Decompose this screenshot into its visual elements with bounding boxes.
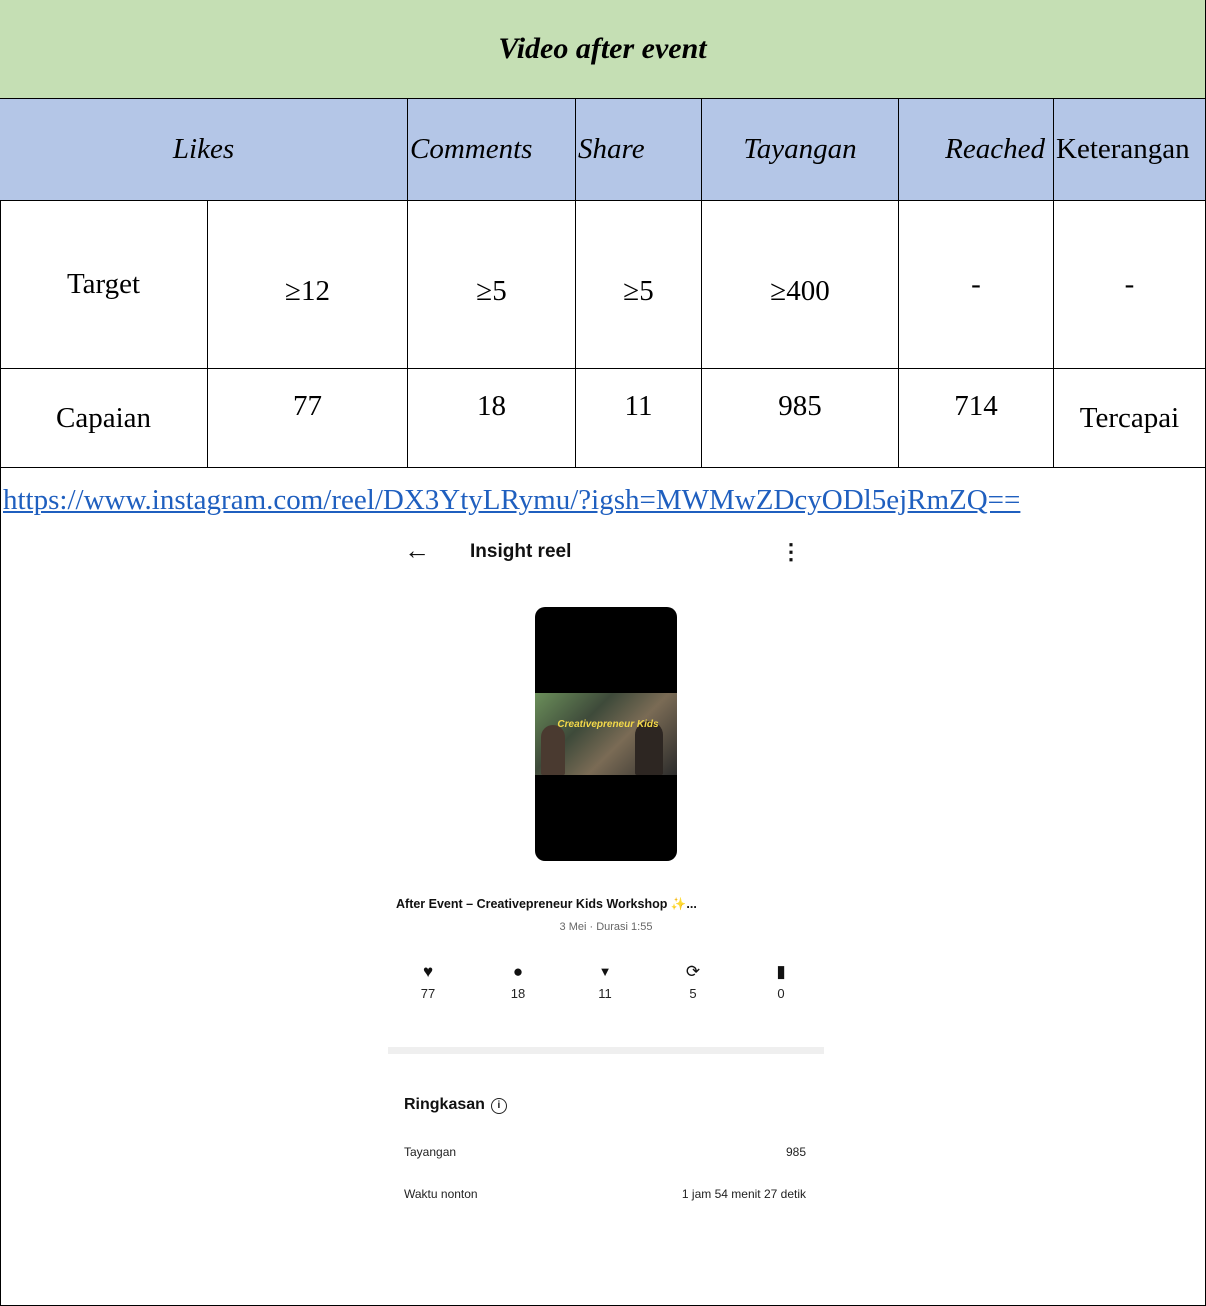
header-reached: Reached [899, 99, 1054, 201]
capaian-tayangan: 985 [702, 369, 899, 468]
target-comments: ≥5 [408, 201, 576, 369]
capaian-reached: 714 [899, 369, 1054, 468]
row-label-target: Target [0, 201, 208, 369]
summary-heading: Ringkasan i [404, 1096, 507, 1114]
insight-screenshot: ← Insight reel ⋮ Creativepreneur Kids Af… [388, 525, 824, 1265]
target-reached: - [899, 201, 1054, 369]
reel-thumbnail: Creativepreneur Kids [535, 607, 677, 861]
back-arrow-icon: ← [404, 535, 430, 565]
info-icon: i [490, 1098, 507, 1114]
header-share: Share [576, 99, 702, 201]
section-divider [388, 1047, 824, 1054]
row-label-capaian: Capaian [0, 369, 208, 468]
thumbnail-caption: Creativepreneur Kids [557, 719, 659, 730]
stat-value: 11 [598, 986, 612, 1001]
reel-title: After Event – Creativepreneur Kids Works… [396, 897, 697, 911]
stat-value: 5 [689, 986, 697, 1001]
capaian-comments: 18 [408, 369, 576, 468]
header-tayangan: Tayangan [702, 99, 899, 201]
stat-value: 77 [420, 986, 436, 1001]
table-title: Video after event [0, 0, 1205, 99]
summary-label-tayangan: Tayangan [404, 1145, 457, 1159]
header-likes: Likes [0, 99, 408, 201]
summary-label-waktu-nonton: Waktu nonton [404, 1187, 478, 1201]
heart-icon: ♥ [422, 962, 434, 981]
screenshot-topbar: ← Insight reel ⋮ [388, 525, 824, 581]
stat-saves: ▮ 0 [761, 961, 801, 1001]
stat-comments: ● 18 [498, 961, 538, 1001]
summary-title: Ringkasan [404, 1096, 485, 1113]
summary-value-waktu-nonton: 1 jam 54 menit 27 detik [681, 1187, 806, 1201]
reel-meta: 3 Mei · Durasi 1:55 [559, 921, 653, 933]
header-comments: Comments [408, 99, 576, 201]
target-keterangan: - [1054, 201, 1205, 369]
bookmark-icon: ▮ [776, 962, 786, 981]
target-tayangan: ≥400 [702, 201, 899, 369]
stat-value: 18 [510, 986, 526, 1001]
capaian-likes: 77 [208, 369, 408, 468]
target-likes: ≥12 [208, 201, 408, 369]
thumbnail-figure [541, 725, 565, 775]
stat-reposts: ⟳ 5 [673, 961, 713, 1001]
repost-icon: ⟳ [685, 962, 701, 981]
stat-shares: ▼ 11 [585, 961, 625, 1001]
header-keterangan: Keterangan [1054, 99, 1205, 201]
summary-value-tayangan: 985 [785, 1145, 806, 1159]
stat-value: 0 [777, 986, 785, 1001]
capaian-share: 11 [576, 369, 702, 468]
comment-icon: ● [512, 962, 524, 981]
insight-title: Insight reel [470, 541, 572, 562]
target-share: ≥5 [576, 201, 702, 369]
more-options-icon: ⋮ [780, 539, 802, 564]
instagram-reel-link[interactable]: https://www.instagram.com/reel/DX3YtyLRy… [3, 484, 1020, 517]
stat-likes: ♥ 77 [408, 961, 448, 1001]
capaian-keterangan: Tercapai [1054, 369, 1205, 468]
share-icon: ▼ [598, 964, 612, 979]
